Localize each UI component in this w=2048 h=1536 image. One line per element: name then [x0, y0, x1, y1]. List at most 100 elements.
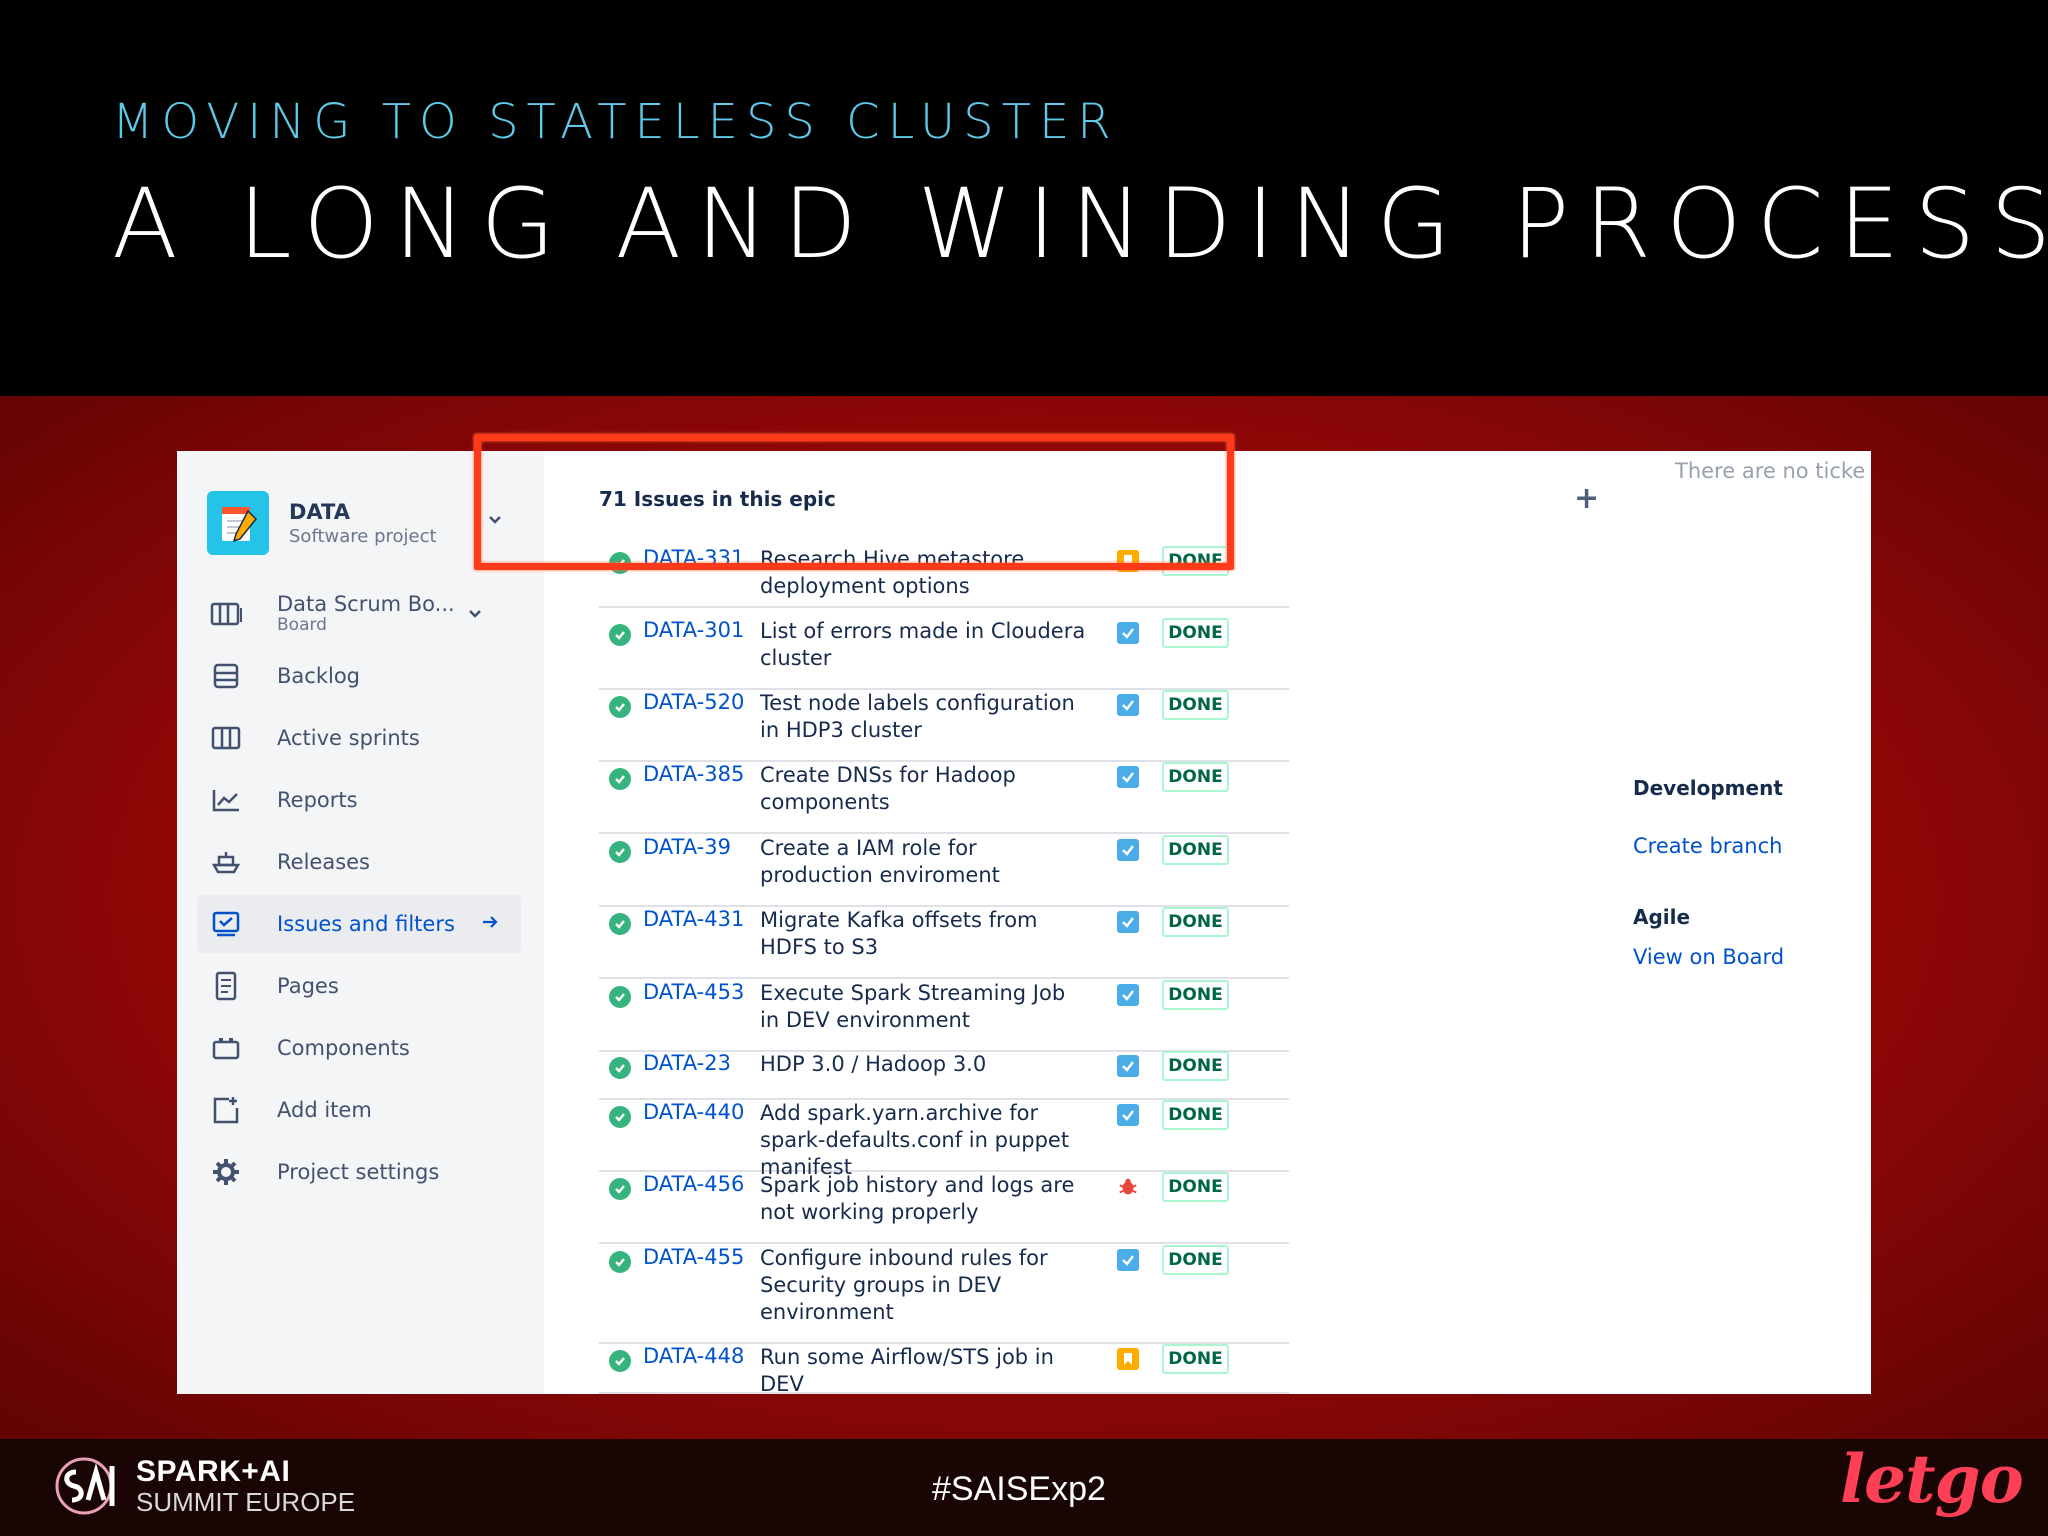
sidebar-item-label: Components [277, 1036, 410, 1060]
jira-screenshot: DATA Software project Data Scrum Bo... B… [177, 451, 1871, 1394]
status-badge[interactable]: DONE [1162, 1344, 1229, 1374]
sidebar-item-label: Add item [277, 1098, 372, 1122]
issue-key-link[interactable]: DATA-431 [643, 907, 744, 931]
view-on-board-link[interactable]: View on Board [1633, 945, 1784, 969]
status-badge[interactable]: DONE [1162, 618, 1229, 648]
brand-line2: SUMMIT EUROPE [136, 1487, 356, 1517]
issue-row[interactable]: DATA-453 Execute Spark Streaming Job in D… [599, 980, 1289, 1052]
task-type-icon [1117, 694, 1139, 716]
status-badge[interactable]: DONE [1162, 907, 1229, 937]
issue-key-link[interactable]: DATA-385 [643, 762, 744, 786]
add-item-icon [197, 1095, 255, 1125]
issue-row[interactable]: DATA-456 Spark job history and logs are n… [599, 1172, 1289, 1244]
issues-icon [197, 910, 255, 938]
sidebar-item-board[interactable]: Data Scrum Bo... Board [197, 585, 521, 643]
status-badge[interactable]: DONE [1162, 762, 1229, 792]
board-label: Data Scrum Bo... [277, 592, 455, 617]
issue-summary: Migrate Kafka offsets from HDFS to S3 [760, 908, 1038, 959]
letgo-logo: letgo [1840, 1440, 2024, 1518]
issue-summary: Execute Spark Streaming Job in DEV envir… [760, 981, 1066, 1032]
issue-row[interactable]: DATA-440 Add spark.yarn.archive for spark… [599, 1100, 1289, 1179]
task-type-icon [1117, 622, 1139, 644]
issue-summary: Run some Airflow/STS job in DEV [760, 1345, 1054, 1394]
resolved-check-icon [609, 768, 631, 790]
issue-row[interactable]: DATA-455 Configure inbound rules for Secu… [599, 1245, 1289, 1344]
no-tickets-message: There are no ticke [1675, 459, 1866, 483]
task-type-icon [1117, 911, 1139, 933]
sidebar-item-label: Reports [277, 788, 358, 812]
issue-key-link[interactable]: DATA-456 [643, 1172, 744, 1196]
sidebar-item-active-sprints[interactable]: Active sprints [197, 709, 521, 767]
sidebar-item-label: Releases [277, 850, 370, 874]
issue-key-link[interactable]: DATA-448 [643, 1344, 744, 1368]
issue-key-link[interactable]: DATA-39 [643, 835, 731, 859]
spark-ai-summit-logo: SPARK+AI SUMMIT EUROPE [54, 1452, 355, 1520]
epic-issues-panel: 71 Issues in this epic + There are no ti… [544, 451, 1871, 1394]
issue-summary: HDP 3.0 / Hadoop 3.0 [760, 1052, 987, 1076]
sidebar-item-backlog[interactable]: Backlog [197, 647, 521, 705]
resolved-check-icon [609, 1178, 631, 1200]
backlog-icon [197, 662, 255, 690]
issue-summary: Create a IAM role for production envirom… [760, 836, 1000, 887]
status-badge[interactable]: DONE [1162, 1100, 1229, 1130]
resolved-check-icon [609, 1057, 631, 1079]
issue-row[interactable]: DATA-301 List of errors made in Cloudera … [599, 618, 1289, 690]
resolved-check-icon [609, 1251, 631, 1273]
issue-row[interactable]: DATA-431 Migrate Kafka offsets from HDFS … [599, 907, 1289, 979]
issue-row[interactable]: DATA-23 HDP 3.0 / Hadoop 3.0 DONE [599, 1051, 1289, 1100]
story-type-icon [1117, 1348, 1139, 1370]
component-icon [197, 1035, 255, 1061]
status-badge[interactable]: DONE [1162, 980, 1229, 1010]
sidebar-item-pages[interactable]: Pages [197, 957, 521, 1015]
sidebar-item-issues-and-filters[interactable]: Issues and filters [197, 895, 521, 953]
board-sub: Board [277, 615, 327, 636]
spark-ai-logo-icon [55, 1457, 115, 1515]
issue-key-link[interactable]: DATA-453 [643, 980, 744, 1004]
slide-eyebrow: MOVING TO STATELESS CLUSTER [112, 94, 1119, 150]
sidebar-item-reports[interactable]: Reports [197, 771, 521, 829]
project-type: Software project [289, 525, 437, 547]
task-type-icon [1117, 839, 1139, 861]
project-header[interactable]: DATA Software project [207, 491, 437, 555]
sidebar: DATA Software project Data Scrum Bo... B… [177, 451, 544, 1394]
status-badge[interactable]: DONE [1162, 1245, 1229, 1275]
add-issue-plus-icon[interactable]: + [1574, 481, 1599, 516]
board-chevron-down-icon[interactable] [467, 605, 483, 624]
issue-row[interactable]: DATA-385 Create DNSs for Hadoop component… [599, 762, 1289, 834]
task-type-icon [1117, 1055, 1139, 1077]
slide-headline: A LONG AND WINDING PROCESS [112, 168, 2048, 280]
sidebar-item-project-settings[interactable]: Project settings [197, 1143, 521, 1201]
issue-row[interactable]: DATA-448 Run some Airflow/STS job in DEV D… [599, 1344, 1289, 1394]
resolved-check-icon [609, 986, 631, 1008]
status-badge[interactable]: DONE [1162, 1172, 1229, 1202]
page-icon [197, 971, 255, 1001]
resolved-check-icon [609, 841, 631, 863]
create-branch-link[interactable]: Create branch [1633, 834, 1782, 858]
issue-key-link[interactable]: DATA-440 [643, 1100, 744, 1124]
issue-key-link[interactable]: DATA-23 [643, 1051, 731, 1075]
sidebar-item-components[interactable]: Components [197, 1019, 521, 1077]
task-type-icon [1117, 766, 1139, 788]
issue-row[interactable]: DATA-520 Test node labels configuration i… [599, 690, 1289, 762]
arrow-right-icon [481, 913, 499, 935]
agile-title: Agile [1633, 905, 1691, 929]
issue-key-link[interactable]: DATA-455 [643, 1245, 744, 1269]
issue-key-link[interactable]: DATA-520 [643, 690, 744, 714]
issue-key-link[interactable]: DATA-301 [643, 618, 744, 642]
issue-summary: List of errors made in Cloudera cluster [760, 619, 1086, 670]
issue-row[interactable]: DATA-39 Create a IAM role for production … [599, 835, 1289, 907]
ship-icon [197, 849, 255, 875]
project-avatar-icon [207, 491, 269, 555]
sidebar-item-releases[interactable]: Releases [197, 833, 521, 891]
status-badge[interactable]: DONE [1162, 690, 1229, 720]
resolved-check-icon [609, 913, 631, 935]
issue-summary: Add spark.yarn.archive for spark-default… [760, 1101, 1070, 1179]
development-title: Development [1633, 776, 1783, 800]
status-badge[interactable]: DONE [1162, 835, 1229, 865]
sidebar-item-add-item[interactable]: Add item [197, 1081, 521, 1139]
sidebar-item-label: Issues and filters [277, 912, 455, 936]
status-badge[interactable]: DONE [1162, 1051, 1229, 1081]
sidebar-item-label: Backlog [277, 664, 360, 688]
gear-icon [197, 1157, 255, 1187]
task-type-icon [1117, 1249, 1139, 1271]
